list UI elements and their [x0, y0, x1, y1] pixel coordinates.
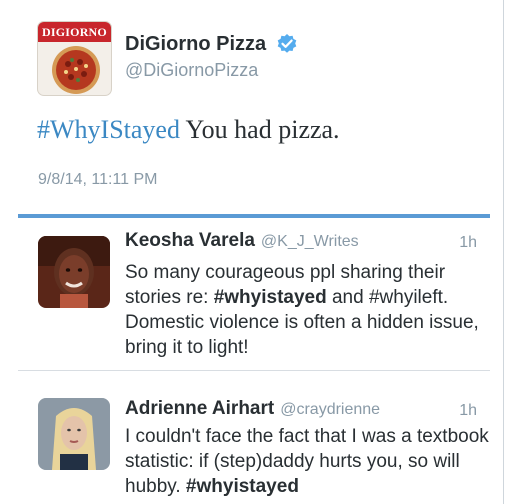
keosha-avatar-image	[38, 236, 110, 308]
tweet-text: #WhyIStayed You had pizza.	[37, 115, 340, 145]
edge-line	[503, 0, 504, 504]
hashtag-link[interactable]: #WhyIStayed	[37, 115, 180, 144]
hashtag-link[interactable]: #whyistayed	[186, 476, 299, 497]
reply-handle[interactable]: @K_J_Writes	[261, 233, 359, 250]
reply-time[interactable]: 1h	[459, 402, 477, 420]
reply-time[interactable]: 1h	[459, 234, 477, 252]
reply-name-text[interactable]: Adrienne Airhart	[125, 398, 274, 419]
tweet-timestamp[interactable]: 9/8/14, 11:11 PM	[38, 171, 157, 189]
reply-tweet[interactable]: Adrienne Airhart @craydrienne 1h I couldn…	[0, 371, 507, 504]
avatar[interactable]	[38, 236, 110, 308]
display-name[interactable]: DiGiorno Pizza	[125, 33, 266, 56]
reply-text: So many courageous ppl sharing their sto…	[125, 260, 490, 360]
verified-badge-icon	[277, 34, 297, 53]
reply-name-text[interactable]: Keosha Varela	[125, 230, 255, 251]
adrienne-avatar-image	[38, 398, 110, 470]
main-tweet: DIGIORNO DiGiorno Pizza @DiGiornoPizza #…	[0, 0, 507, 218]
reply-display-name[interactable]: Keosha Varela @K_J_Writes	[125, 230, 359, 252]
pizza-image	[52, 46, 100, 94]
reply-text-part: I couldn't face the fact that I was a te…	[125, 426, 489, 497]
avatar[interactable]	[38, 398, 110, 470]
reply-display-name[interactable]: Adrienne Airhart @craydrienne	[125, 398, 380, 420]
handle[interactable]: @DiGiornoPizza	[125, 60, 258, 81]
tweet-body-text: You had pizza.	[179, 115, 340, 144]
hashtag-link[interactable]: #whyistayed	[214, 287, 327, 308]
digiorno-avatar[interactable]: DIGIORNO	[38, 22, 111, 95]
reply-text: I couldn't face the fact that I was a te…	[125, 424, 490, 499]
reply-tweet[interactable]: Keosha Varela @K_J_Writes 1h So many cour…	[0, 218, 507, 370]
reply-handle[interactable]: @craydrienne	[280, 401, 380, 418]
